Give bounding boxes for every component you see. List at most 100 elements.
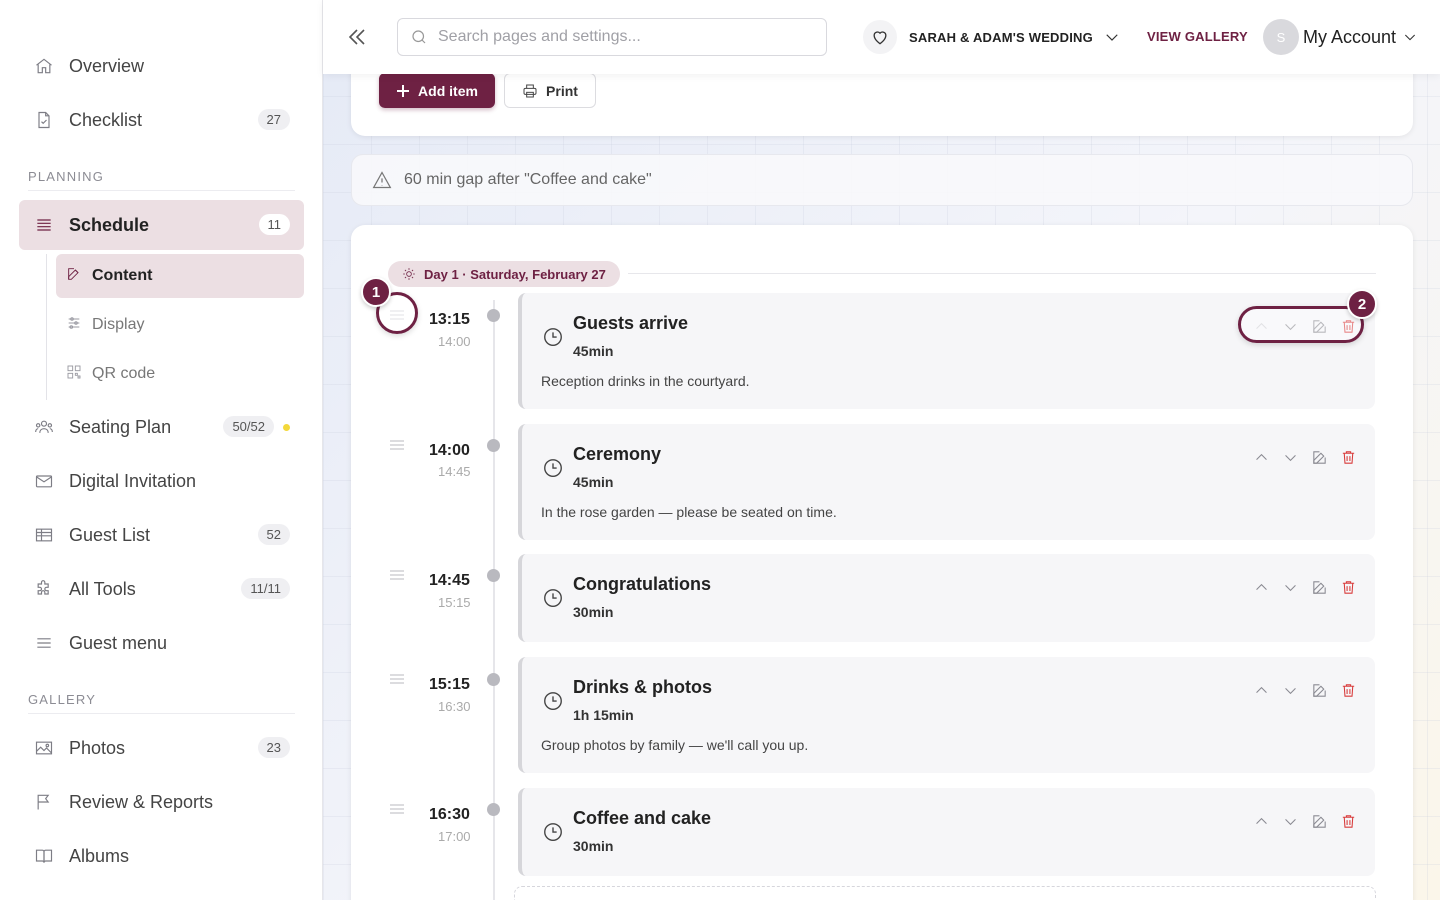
item-description: In the rose garden — please be seated on… <box>541 504 837 520</box>
item-title: Ceremony <box>573 444 662 464</box>
drag-handle-icon[interactable] <box>389 438 405 450</box>
item-title: Coffee and cake <box>573 808 712 828</box>
trash-icon[interactable] <box>1339 812 1357 830</box>
search-input[interactable] <box>438 28 818 46</box>
move-down-icon[interactable] <box>1281 578 1299 596</box>
sidebar-item-seating-plan[interactable]: Seating Plan 50/52 <box>19 402 304 452</box>
edit-icon[interactable] <box>1310 812 1328 830</box>
table-icon <box>33 524 55 546</box>
item-title: Guests arrive <box>573 313 689 333</box>
plus-icon <box>397 84 410 97</box>
sidebar-item-albums[interactable]: Albums <box>19 831 304 881</box>
clock-icon <box>542 821 564 843</box>
item-actions <box>1252 578 1357 596</box>
gap-warning: 60 min gap after "Coffee and cake" <box>351 154 1413 206</box>
sidebar-item-photos[interactable]: Photos 23 <box>19 723 304 773</box>
end-time: 17:00 <box>438 829 471 844</box>
chevron-down-icon <box>1093 24 1121 51</box>
count-badge: 27 <box>257 109 290 130</box>
sidebar-item-review-reports[interactable]: Review & Reports <box>19 777 304 827</box>
qr-code-icon <box>66 364 82 385</box>
count-badge: 11/11 <box>241 578 290 599</box>
move-down-icon[interactable] <box>1281 681 1299 699</box>
sidebar-item-overview[interactable]: Overview <box>19 41 304 91</box>
search-icon <box>412 30 426 44</box>
sidebar-item-guest-menu[interactable]: Guest menu <box>19 618 304 668</box>
status-dot <box>283 424 290 431</box>
schedule-item[interactable]: Coffee and cake 30min <box>518 788 1375 876</box>
event-selector[interactable]: SARAH & ADAM'S WEDDING <box>863 20 1121 54</box>
edit-icon <box>66 266 82 287</box>
move-down-icon[interactable] <box>1281 812 1299 830</box>
sidebar-item-schedule[interactable]: Schedule 11 <box>19 200 304 250</box>
sidebar-item-all-tools[interactable]: All Tools 11/11 <box>19 564 304 614</box>
book-open-icon <box>33 845 55 867</box>
sidebar-item-label: Photos <box>69 737 126 758</box>
move-up-icon[interactable] <box>1252 681 1270 699</box>
sidebar-item-label: Guest menu <box>69 632 168 653</box>
timeline-dot <box>487 673 500 686</box>
add-item-dropzone[interactable] <box>514 886 1376 900</box>
count-badge: 52 <box>257 524 290 545</box>
count-badge: 50/52 <box>223 416 274 437</box>
item-actions <box>1252 681 1357 699</box>
schedule-item[interactable]: Drinks & photos 1h 15min Group photos by… <box>518 657 1375 773</box>
item-description: Reception drinks in the courtyard. <box>541 373 750 389</box>
day-header: Day 1 · Saturday, February 27 <box>388 261 620 287</box>
item-title: Congratulations <box>573 574 711 594</box>
sidebar-item-guest-list[interactable]: Guest List 52 <box>19 510 304 560</box>
warning-triangle-icon <box>372 171 392 189</box>
home-icon <box>33 55 55 77</box>
item-duration: 45min <box>573 343 614 359</box>
account-label: My Account <box>1303 26 1397 47</box>
puzzle-icon <box>33 578 55 600</box>
add-item-button[interactable]: Add item <box>379 73 495 108</box>
item-duration: 1h 15min <box>573 707 634 723</box>
timeline-dot <box>487 569 500 582</box>
move-up-icon[interactable] <box>1252 812 1270 830</box>
drag-handle-icon[interactable] <box>389 568 405 580</box>
sliders-icon <box>66 315 82 336</box>
highlight-item-actions <box>1238 306 1364 343</box>
sidebar-item-checklist[interactable]: Checklist 27 <box>19 95 304 145</box>
view-gallery-link[interactable]: VIEW GALLERY <box>1147 29 1248 44</box>
start-time: 16:30 <box>429 806 470 823</box>
envelope-icon <box>33 470 55 492</box>
drag-handle-icon[interactable] <box>389 672 405 684</box>
item-actions <box>1252 448 1357 466</box>
schedule-item[interactable]: Congratulations 30min <box>518 554 1375 642</box>
account-menu[interactable]: S My Account <box>1263 19 1418 55</box>
trash-icon[interactable] <box>1339 448 1357 466</box>
flag-icon <box>33 791 55 813</box>
edit-icon[interactable] <box>1310 578 1328 596</box>
sidebar-item-label: Seating Plan <box>69 416 172 437</box>
sidebar-subitem-label: QR code <box>92 365 156 382</box>
edit-icon[interactable] <box>1310 448 1328 466</box>
edit-icon[interactable] <box>1310 681 1328 699</box>
move-up-icon[interactable] <box>1252 578 1270 596</box>
sidebar-subitem-qr-code[interactable]: QR code <box>56 352 304 396</box>
end-time: 15:15 <box>438 595 471 610</box>
schedule-item[interactable]: Ceremony 45min In the rose garden — plea… <box>518 424 1375 540</box>
clock-icon <box>542 457 564 479</box>
search-box[interactable] <box>397 18 827 56</box>
sidebar-item-digital-invitation[interactable]: Digital Invitation <box>19 456 304 506</box>
event-name: SARAH & ADAM'S WEDDING <box>909 29 1093 45</box>
day-label: Day 1 · Saturday, February 27 <box>424 266 606 282</box>
move-down-icon[interactable] <box>1281 448 1299 466</box>
trash-icon[interactable] <box>1339 681 1357 699</box>
drag-handle-icon[interactable] <box>389 802 405 814</box>
sidebar-item-label: Schedule <box>69 214 150 235</box>
heart-icon <box>863 20 897 54</box>
start-time: 14:00 <box>429 442 470 459</box>
sidebar-subitem-display[interactable]: Display <box>56 303 304 347</box>
start-time: 15:15 <box>429 676 470 693</box>
sidebar-subitem-label: Content <box>92 267 153 284</box>
end-time: 14:00 <box>438 334 471 349</box>
collapse-sidebar-icon[interactable] <box>345 25 369 49</box>
print-button[interactable]: Print <box>504 73 596 108</box>
trash-icon[interactable] <box>1339 578 1357 596</box>
sidebar-subitem-content[interactable]: Content <box>56 254 304 298</box>
annotation-badge-1: 1 <box>361 277 391 307</box>
move-up-icon[interactable] <box>1252 448 1270 466</box>
